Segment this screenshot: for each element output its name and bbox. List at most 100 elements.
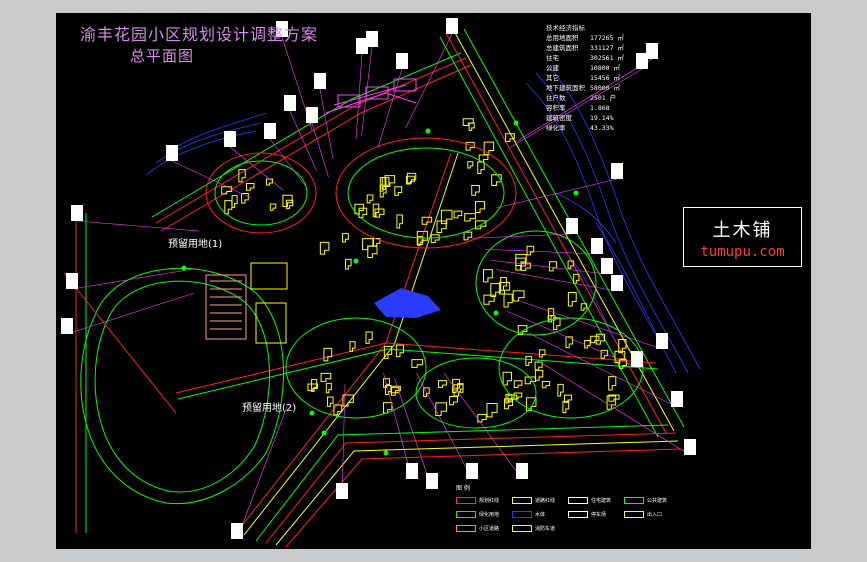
building-footprint	[394, 186, 403, 196]
node-dot	[425, 128, 431, 134]
indicator-key: 地下建筑面积	[546, 84, 585, 92]
indicator-row: 地下建筑面积 58000 ㎡	[546, 83, 686, 93]
building-footprint	[500, 276, 507, 291]
legend-swatch	[624, 497, 644, 504]
indicator-row: 容积率 1.868	[546, 103, 686, 113]
building-footprint	[430, 234, 440, 244]
building-footprint	[562, 400, 570, 414]
building-footprint	[319, 241, 330, 255]
legend-title: 图 例	[456, 485, 470, 492]
building-footprint	[463, 231, 473, 241]
indicator-key: 总用地面积	[546, 34, 579, 42]
school-block	[205, 262, 288, 344]
building-footprint	[246, 182, 255, 191]
legend-label: 水体	[535, 512, 546, 518]
indicator-key: 公建	[546, 64, 559, 72]
callout-tag	[314, 73, 326, 89]
legend-item: 公共建筑	[624, 497, 667, 504]
building-footprint	[345, 258, 352, 270]
callout-tag	[446, 18, 458, 34]
node-dot	[309, 410, 315, 416]
indicator-row: 其它 15456 ㎡	[546, 73, 686, 83]
indicator-value: 43.33%	[590, 124, 614, 132]
legend: 图 例 规划红线 道路红线 住宅建筑 公共建筑 绿化用地 水体 停车场 出入口 小区道路 消防车道	[456, 485, 676, 541]
building-footprint	[327, 396, 334, 407]
building-footprint	[365, 331, 373, 344]
legend-item: 出入口	[624, 511, 662, 518]
building-footprint	[435, 402, 448, 416]
site-plan-drawing	[61, 18, 701, 548]
indicator-row: 总用地面积 177265 ㎡	[546, 33, 686, 43]
indicator-row: 建筑密度 19.14%	[546, 113, 686, 123]
indicator-row: 绿化率 43.33%	[546, 123, 686, 133]
callout-tag	[231, 523, 243, 539]
building-footprint	[534, 369, 544, 381]
legend-swatch	[512, 497, 532, 504]
building-footprint	[538, 349, 546, 358]
building-footprint	[372, 203, 380, 218]
legend-swatch	[568, 497, 588, 504]
node-dot	[353, 258, 359, 264]
indicator-value: 331127 ㎡	[590, 44, 624, 52]
building-footprint	[477, 161, 485, 174]
indicator-value: 58000 ㎡	[590, 84, 620, 92]
watermark-url: tumupu.com	[700, 244, 785, 260]
indicator-value: 177265 ㎡	[590, 34, 624, 42]
legend-item: 消防车道	[512, 525, 555, 532]
callout-tag	[66, 273, 78, 289]
building-footprint	[526, 245, 535, 256]
node-dot	[181, 265, 187, 271]
callout-tag	[166, 145, 178, 161]
reserve-land-label-2: 预留用地(2)	[242, 403, 297, 414]
indicator-value: 302561 ㎡	[590, 54, 624, 62]
callout-tag	[611, 163, 623, 179]
callout-leader	[311, 122, 329, 178]
building-footprint	[471, 185, 480, 196]
building-footprint	[367, 245, 378, 258]
indicator-key: 容积率	[546, 104, 566, 112]
legend-swatch	[456, 497, 476, 504]
building-footprint	[440, 209, 453, 225]
node-dot	[383, 450, 389, 456]
legend-item: 小区道路	[456, 525, 499, 532]
legend-label: 住宅建筑	[591, 498, 612, 504]
callout-leader	[485, 248, 598, 255]
indicator-value: 1.868	[590, 104, 610, 112]
indicator-row: 住宅 302561 ㎡	[546, 53, 686, 63]
building-footprint	[323, 347, 333, 362]
building-footprint	[567, 260, 575, 269]
building-footprint	[449, 395, 458, 406]
legend-label: 规划红线	[479, 498, 500, 504]
building-footprint	[224, 200, 233, 215]
callout-leader	[507, 311, 638, 368]
building-footprint	[525, 355, 533, 366]
indicator-value: 15456 ㎡	[590, 74, 620, 82]
callout-tag	[601, 258, 613, 274]
callout-tag	[611, 275, 623, 291]
node-dot	[573, 190, 579, 196]
building-footprint	[231, 195, 238, 208]
callout-leader	[471, 233, 573, 239]
reserve-land-label-1: 预留用地(1)	[168, 239, 223, 250]
legend-label: 小区道路	[479, 526, 500, 532]
callout-tag	[671, 391, 683, 407]
node-dot	[321, 430, 327, 436]
legend-label: 消防车道	[535, 526, 556, 532]
building-footprint	[565, 336, 573, 349]
indicator-value: 10800 ㎡	[590, 64, 620, 72]
indicator-row: 公建 10800 ㎡	[546, 63, 686, 73]
legend-swatch	[456, 511, 476, 518]
building-footprint	[474, 201, 486, 213]
legend-item: 住宅建筑	[568, 497, 611, 504]
legend-item: 道路红线	[512, 497, 555, 504]
building-footprint	[606, 395, 617, 410]
indicator-key: 住户数	[546, 94, 566, 102]
building-footprint	[320, 372, 332, 382]
callout-tag	[71, 205, 83, 221]
callout-leader	[536, 359, 691, 456]
drawing-subtitle: 总平面图	[130, 47, 195, 65]
callout-tag	[466, 463, 478, 479]
legend-item: 规划红线	[456, 497, 499, 504]
callout-leader	[76, 220, 200, 232]
building-footprint	[453, 384, 464, 397]
